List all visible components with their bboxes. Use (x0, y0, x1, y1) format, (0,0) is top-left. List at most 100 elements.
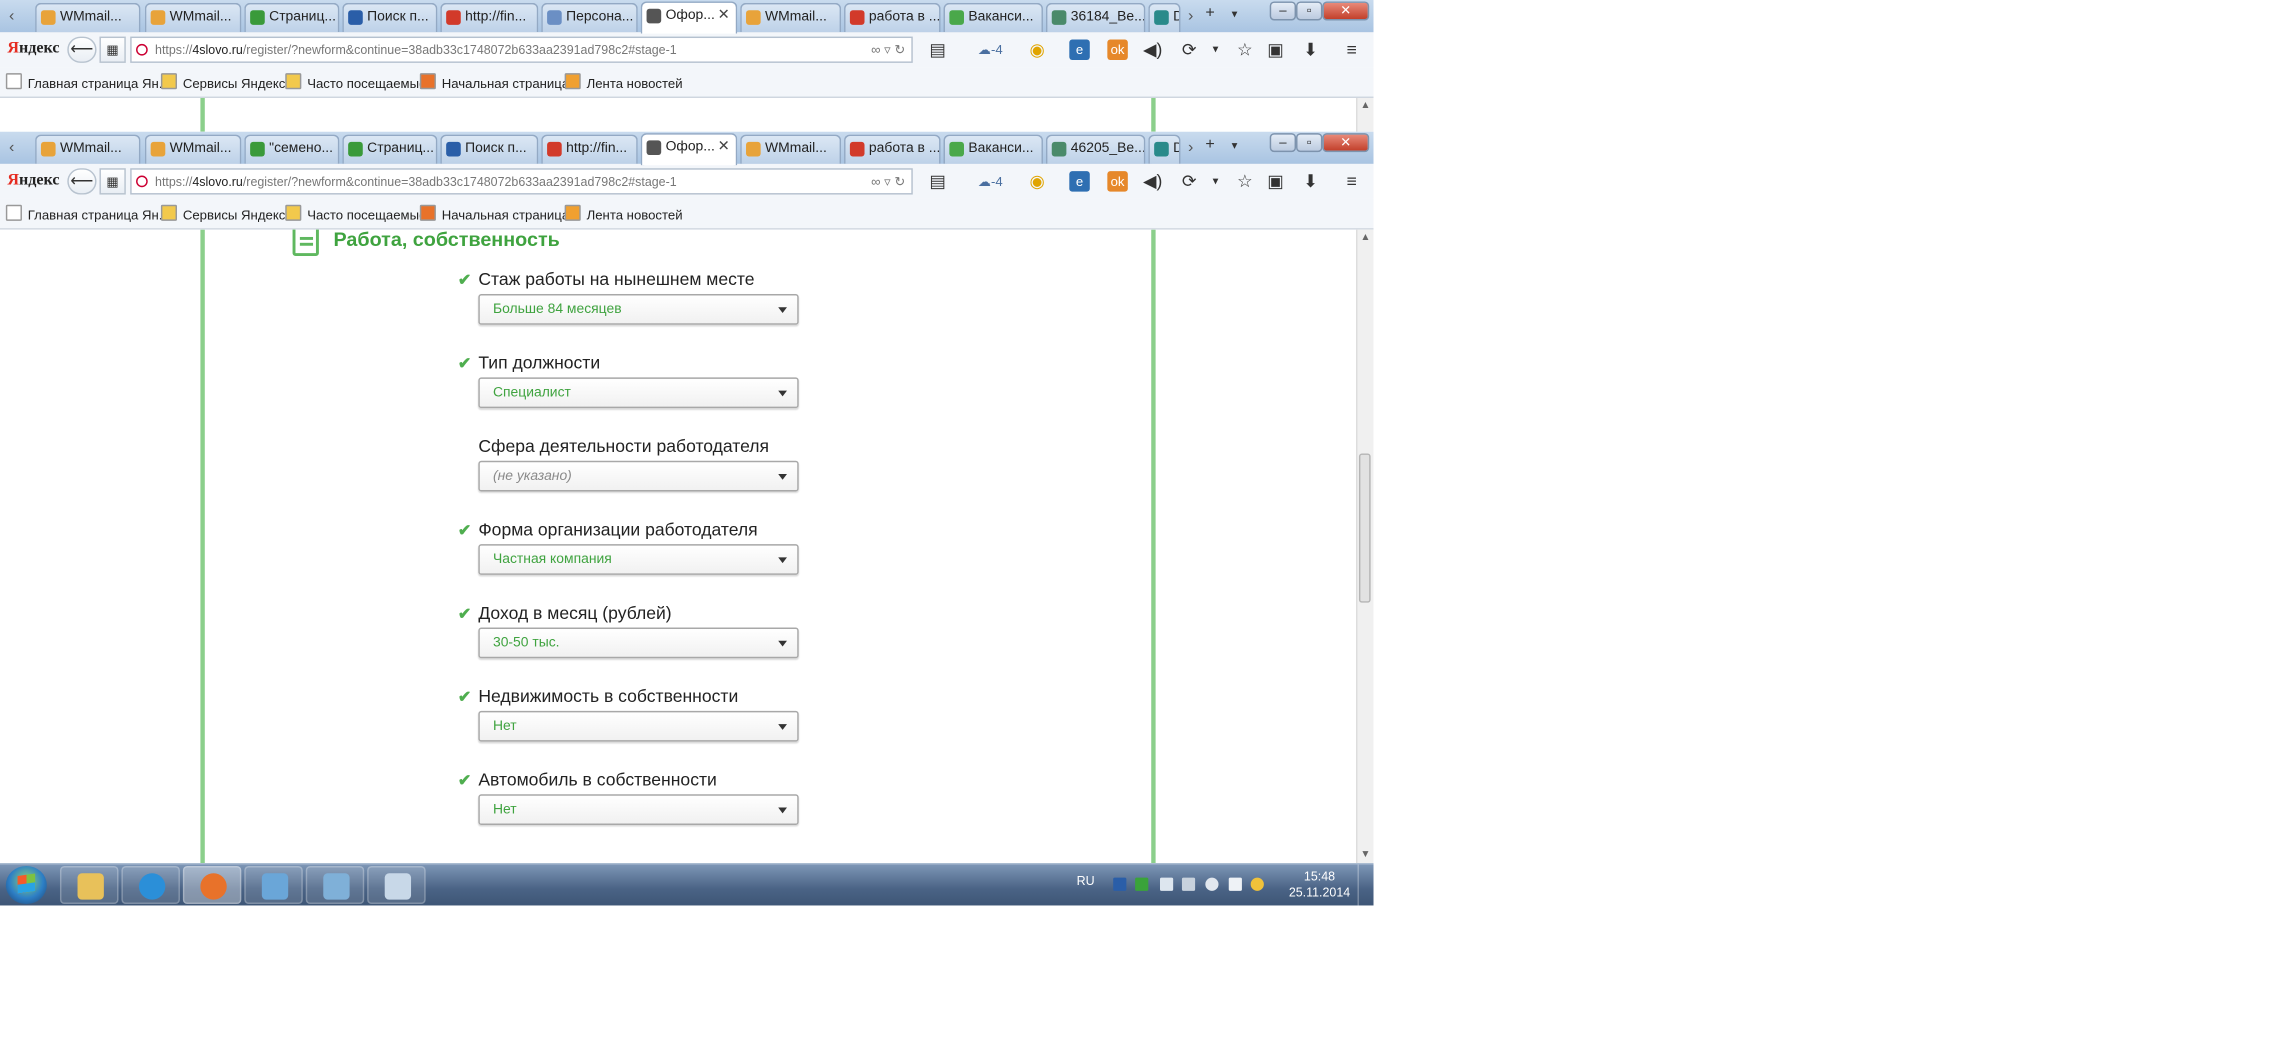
speaker-icon[interactable]: ◀) (1142, 39, 1162, 59)
bookmark-item[interactable]: Главная страница Ян... (5, 204, 170, 222)
back-button[interactable]: ⟵ (67, 36, 97, 63)
start-button[interactable] (5, 865, 47, 905)
bookmark-item[interactable]: Начальная страница (419, 204, 569, 222)
scrollbar-thumb[interactable] (1358, 453, 1371, 604)
tab-scroll-right-icon[interactable]: › (1182, 136, 1200, 159)
taskbar-button[interactable] (367, 865, 426, 905)
field-select[interactable]: Больше 84 месяцев (478, 294, 799, 325)
yandex-logo[interactable]: Яндекс (7, 39, 59, 57)
scroll-down-icon[interactable]: ▼ (1360, 850, 1370, 860)
flag-tray-icon[interactable] (1160, 877, 1174, 891)
browser-tab[interactable]: Поиск п... (440, 134, 539, 164)
browser-tab[interactable]: Персона... (541, 2, 638, 33)
browser-tab[interactable]: 46205_Be... (1045, 134, 1146, 164)
menu-icon[interactable]: ≡ (1341, 39, 1361, 59)
browser-tab[interactable]: WMmail... (144, 2, 242, 33)
address-bar-icons[interactable]: ∞ ▿ ↻ (871, 38, 905, 61)
browser-tab[interactable]: D (1148, 134, 1181, 164)
sync-icon[interactable]: ⟳ (1179, 39, 1199, 59)
scroll-up-icon[interactable]: ▲ (1360, 233, 1370, 243)
scrollbar[interactable]: ▲ (1356, 98, 1374, 132)
clipboard-icon[interactable]: ▣ (1265, 39, 1285, 59)
minimize-button[interactable]: – (1269, 1, 1297, 21)
browser-tab[interactable]: WMmail... (144, 134, 242, 164)
browser-tab[interactable]: Ваканси... (943, 2, 1043, 33)
speaker-icon[interactable]: ◀) (1142, 171, 1162, 191)
tab-scroll-right-icon[interactable]: › (1182, 4, 1200, 27)
taskbar-button[interactable] (244, 865, 303, 905)
browser-tab[interactable]: WMmail... (740, 134, 842, 164)
yandex-logo[interactable]: Яндекс (7, 171, 59, 189)
bookmark-item[interactable]: Лента новостей (564, 73, 683, 91)
ebay-icon[interactable]: e (1069, 171, 1090, 192)
browser-tab[interactable]: Офор... ✕ (640, 1, 738, 34)
bookmark-item[interactable]: Часто посещаемые (285, 204, 426, 222)
yandex-bar-icon[interactable]: ◉ (1027, 39, 1047, 59)
browser-tab[interactable]: D (1148, 2, 1181, 33)
close-tab-icon[interactable]: ✕ (718, 3, 730, 29)
new-tab-button[interactable]: + (1205, 136, 1214, 154)
address-bar[interactable]: https://4slovo.ru/register/?newform&cont… (130, 36, 913, 63)
menu-icon[interactable]: ≡ (1341, 171, 1361, 191)
field-select[interactable]: Нет (478, 794, 799, 826)
new-tab-button[interactable]: + (1205, 4, 1214, 22)
browser-tab[interactable]: работа в ... (844, 134, 941, 164)
downloads-panel-icon[interactable]: ▤ (927, 39, 947, 59)
field-select[interactable]: Нет (478, 710, 799, 742)
weather-widget[interactable]: ☁-4 (971, 171, 1009, 191)
browser-tab[interactable]: http://fin... (541, 134, 638, 164)
tab-scroll-left-icon[interactable]: ‹ (3, 4, 21, 27)
browser-tab[interactable]: работа в ... (844, 2, 941, 33)
browser-tab[interactable]: Страниц... (342, 134, 438, 164)
minimize-button[interactable]: – (1269, 133, 1297, 153)
odnoklassniki-icon[interactable]: ok (1107, 39, 1128, 60)
browser-tab[interactable]: Поиск п... (342, 2, 438, 33)
field-select[interactable]: (не указано) (478, 460, 799, 492)
taskbar-button[interactable] (182, 865, 242, 905)
ebay-icon[interactable]: e (1069, 39, 1090, 60)
weather-widget[interactable]: ☁-4 (971, 39, 1009, 59)
taskbar-button[interactable] (59, 865, 119, 905)
display-tray-icon[interactable] (1181, 877, 1196, 891)
scrollbar[interactable]: ▲ ▼ (1356, 229, 1374, 864)
network-tray-icon[interactable] (1113, 877, 1127, 891)
address-bar-icons[interactable]: ∞ ▿ ↻ (871, 170, 905, 193)
browser-tab[interactable]: "семено... (244, 134, 340, 164)
dropdown-icon[interactable]: ▾ (1205, 171, 1225, 191)
bookmark-star-icon[interactable]: ☆ (1235, 171, 1255, 191)
field-select[interactable]: Специалист (478, 377, 799, 409)
scroll-up-icon[interactable]: ▲ (1360, 101, 1370, 111)
tab-list-icon[interactable]: ▾ (1232, 139, 1238, 152)
close-window-button[interactable]: ✕ (1322, 133, 1370, 153)
maximize-button[interactable]: ▫ (1296, 1, 1323, 21)
bookmark-item[interactable]: Начальная страница (419, 73, 569, 91)
bookmark-item[interactable]: Сервисы Яндекса (160, 73, 293, 91)
download-icon[interactable]: ⬇ (1300, 39, 1320, 59)
clock[interactable]: 15:48 25.11.2014 (1289, 869, 1350, 901)
field-select[interactable]: 30-50 тыс. (478, 627, 799, 659)
bookmark-item[interactable]: Часто посещаемые (285, 73, 426, 91)
volume-tray-icon[interactable] (1205, 877, 1219, 891)
show-desktop-button[interactable] (1357, 864, 1373, 906)
page-info-icon[interactable]: ▦ (99, 168, 126, 195)
battery-tray-icon[interactable] (1228, 877, 1242, 891)
page-info-icon[interactable]: ▦ (99, 36, 126, 63)
address-bar[interactable]: https://4slovo.ru/register/?newform&cont… (130, 168, 913, 195)
tab-list-icon[interactable]: ▾ (1232, 7, 1238, 20)
taskbar-button[interactable] (305, 865, 365, 905)
bookmark-item[interactable]: Лента новостей (564, 204, 683, 222)
maximize-button[interactable]: ▫ (1296, 133, 1323, 153)
download-icon[interactable]: ⬇ (1300, 171, 1320, 191)
bookmark-item[interactable]: Сервисы Яндекса (160, 204, 293, 222)
browser-tab[interactable]: 36184_Be... (1045, 2, 1146, 33)
yandex-tray-icon[interactable] (1250, 877, 1264, 891)
back-button[interactable]: ⟵ (67, 168, 97, 195)
clipboard-icon[interactable]: ▣ (1265, 171, 1285, 191)
browser-tab[interactable]: WMmail... (740, 2, 842, 33)
close-window-button[interactable]: ✕ (1322, 1, 1370, 21)
browser-tab[interactable]: Страниц... (244, 2, 340, 33)
yandex-bar-icon[interactable]: ◉ (1027, 171, 1047, 191)
field-select[interactable]: Частная компания (478, 544, 799, 575)
tab-scroll-left-icon[interactable]: ‹ (3, 136, 21, 159)
language-indicator[interactable]: RU (1077, 873, 1095, 888)
